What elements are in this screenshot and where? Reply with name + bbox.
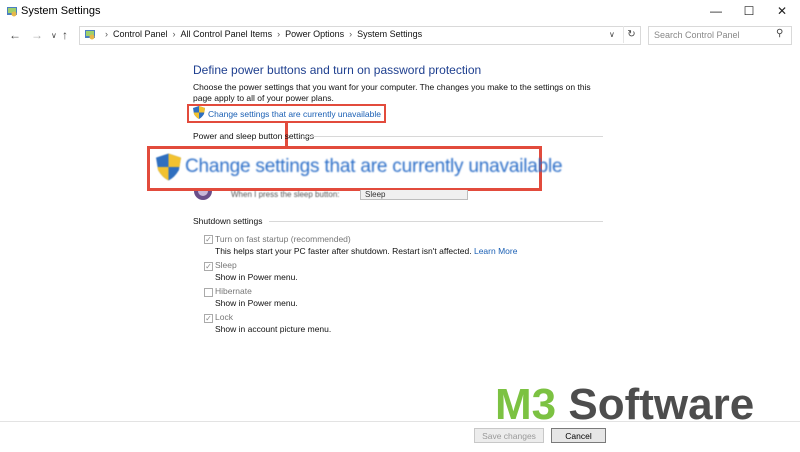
search-icon[interactable]: ⚲: [776, 28, 783, 39]
sleep-checkbox[interactable]: ✓: [204, 262, 213, 271]
breadcrumb: › Control Panel › All Control Panel Items › P…: [100, 29, 422, 39]
title-bar: [0, 0, 800, 22]
breadcrumb-item[interactable]: System Settings: [357, 29, 422, 39]
sleep-button-label: When I press the sleep button:: [231, 190, 340, 199]
power-section-heading: Power and sleep button settings: [193, 131, 314, 141]
control-panel-icon: [85, 30, 95, 40]
lock-description: Show in account picture menu.: [215, 324, 332, 334]
address-dropdown-icon[interactable]: ∨: [609, 30, 615, 39]
learn-more-link[interactable]: Learn More: [474, 246, 517, 256]
sleep-description: Show in Power menu.: [215, 272, 298, 282]
chevron-right-icon: ›: [277, 29, 281, 39]
forward-arrow-icon[interactable]: →: [31, 28, 43, 42]
brand-watermark: M3 Software: [495, 380, 754, 430]
cancel-button[interactable]: Cancel: [551, 428, 606, 443]
maximize-icon[interactable]: ☐: [735, 0, 763, 22]
close-icon[interactable]: ✕: [768, 0, 796, 22]
chevron-right-icon: ›: [349, 29, 353, 39]
page-title: Define power buttons and turn on passwor…: [193, 63, 482, 77]
fast-startup-checkbox[interactable]: ✓: [204, 235, 213, 244]
window-title: System Settings: [21, 5, 101, 17]
breadcrumb-item[interactable]: Control Panel: [113, 29, 168, 39]
up-arrow-icon[interactable]: ↑: [62, 28, 68, 42]
sleep-button-icon: [194, 191, 212, 200]
divider: [303, 136, 603, 137]
fast-startup-label: Turn on fast startup (recommended): [215, 234, 351, 244]
minimize-icon[interactable]: —: [702, 0, 730, 22]
refresh-icon[interactable]: ↻: [623, 26, 639, 43]
save-changes-button[interactable]: Save changes: [474, 428, 544, 443]
divider: [0, 421, 800, 422]
page-description: Choose the power settings that you want …: [193, 82, 591, 103]
fast-startup-description-text: This helps start your PC faster after sh…: [215, 246, 472, 256]
breadcrumb-item[interactable]: Power Options: [285, 29, 344, 39]
chevron-right-icon: ›: [105, 29, 108, 39]
uac-shield-icon: [156, 153, 181, 181]
shutdown-section-heading: Shutdown settings: [193, 216, 263, 226]
hibernate-label: Hibernate: [215, 286, 252, 296]
fast-startup-description: This helps start your PC faster after sh…: [215, 246, 517, 256]
hibernate-checkbox[interactable]: [204, 288, 213, 297]
chevron-right-icon: ›: [172, 29, 176, 39]
change-settings-link[interactable]: Change settings that are currently unava…: [208, 109, 381, 119]
hibernate-description: Show in Power menu.: [215, 298, 298, 308]
back-arrow-icon[interactable]: ←: [9, 28, 21, 42]
dropdown-icon[interactable]: ∨: [51, 31, 57, 40]
search-placeholder: Search Control Panel: [654, 30, 740, 40]
zoomed-change-settings-link: Change settings that are currently unava…: [185, 156, 563, 177]
sleep-label: Sleep: [215, 260, 237, 270]
breadcrumb-item[interactable]: All Control Panel Items: [181, 29, 273, 39]
lock-label: Lock: [215, 312, 233, 322]
lock-checkbox[interactable]: ✓: [204, 314, 213, 323]
uac-shield-icon: [193, 106, 205, 119]
sleep-button-select[interactable]: Sleep: [360, 190, 468, 200]
divider: [269, 221, 603, 222]
control-panel-icon: [7, 7, 17, 17]
